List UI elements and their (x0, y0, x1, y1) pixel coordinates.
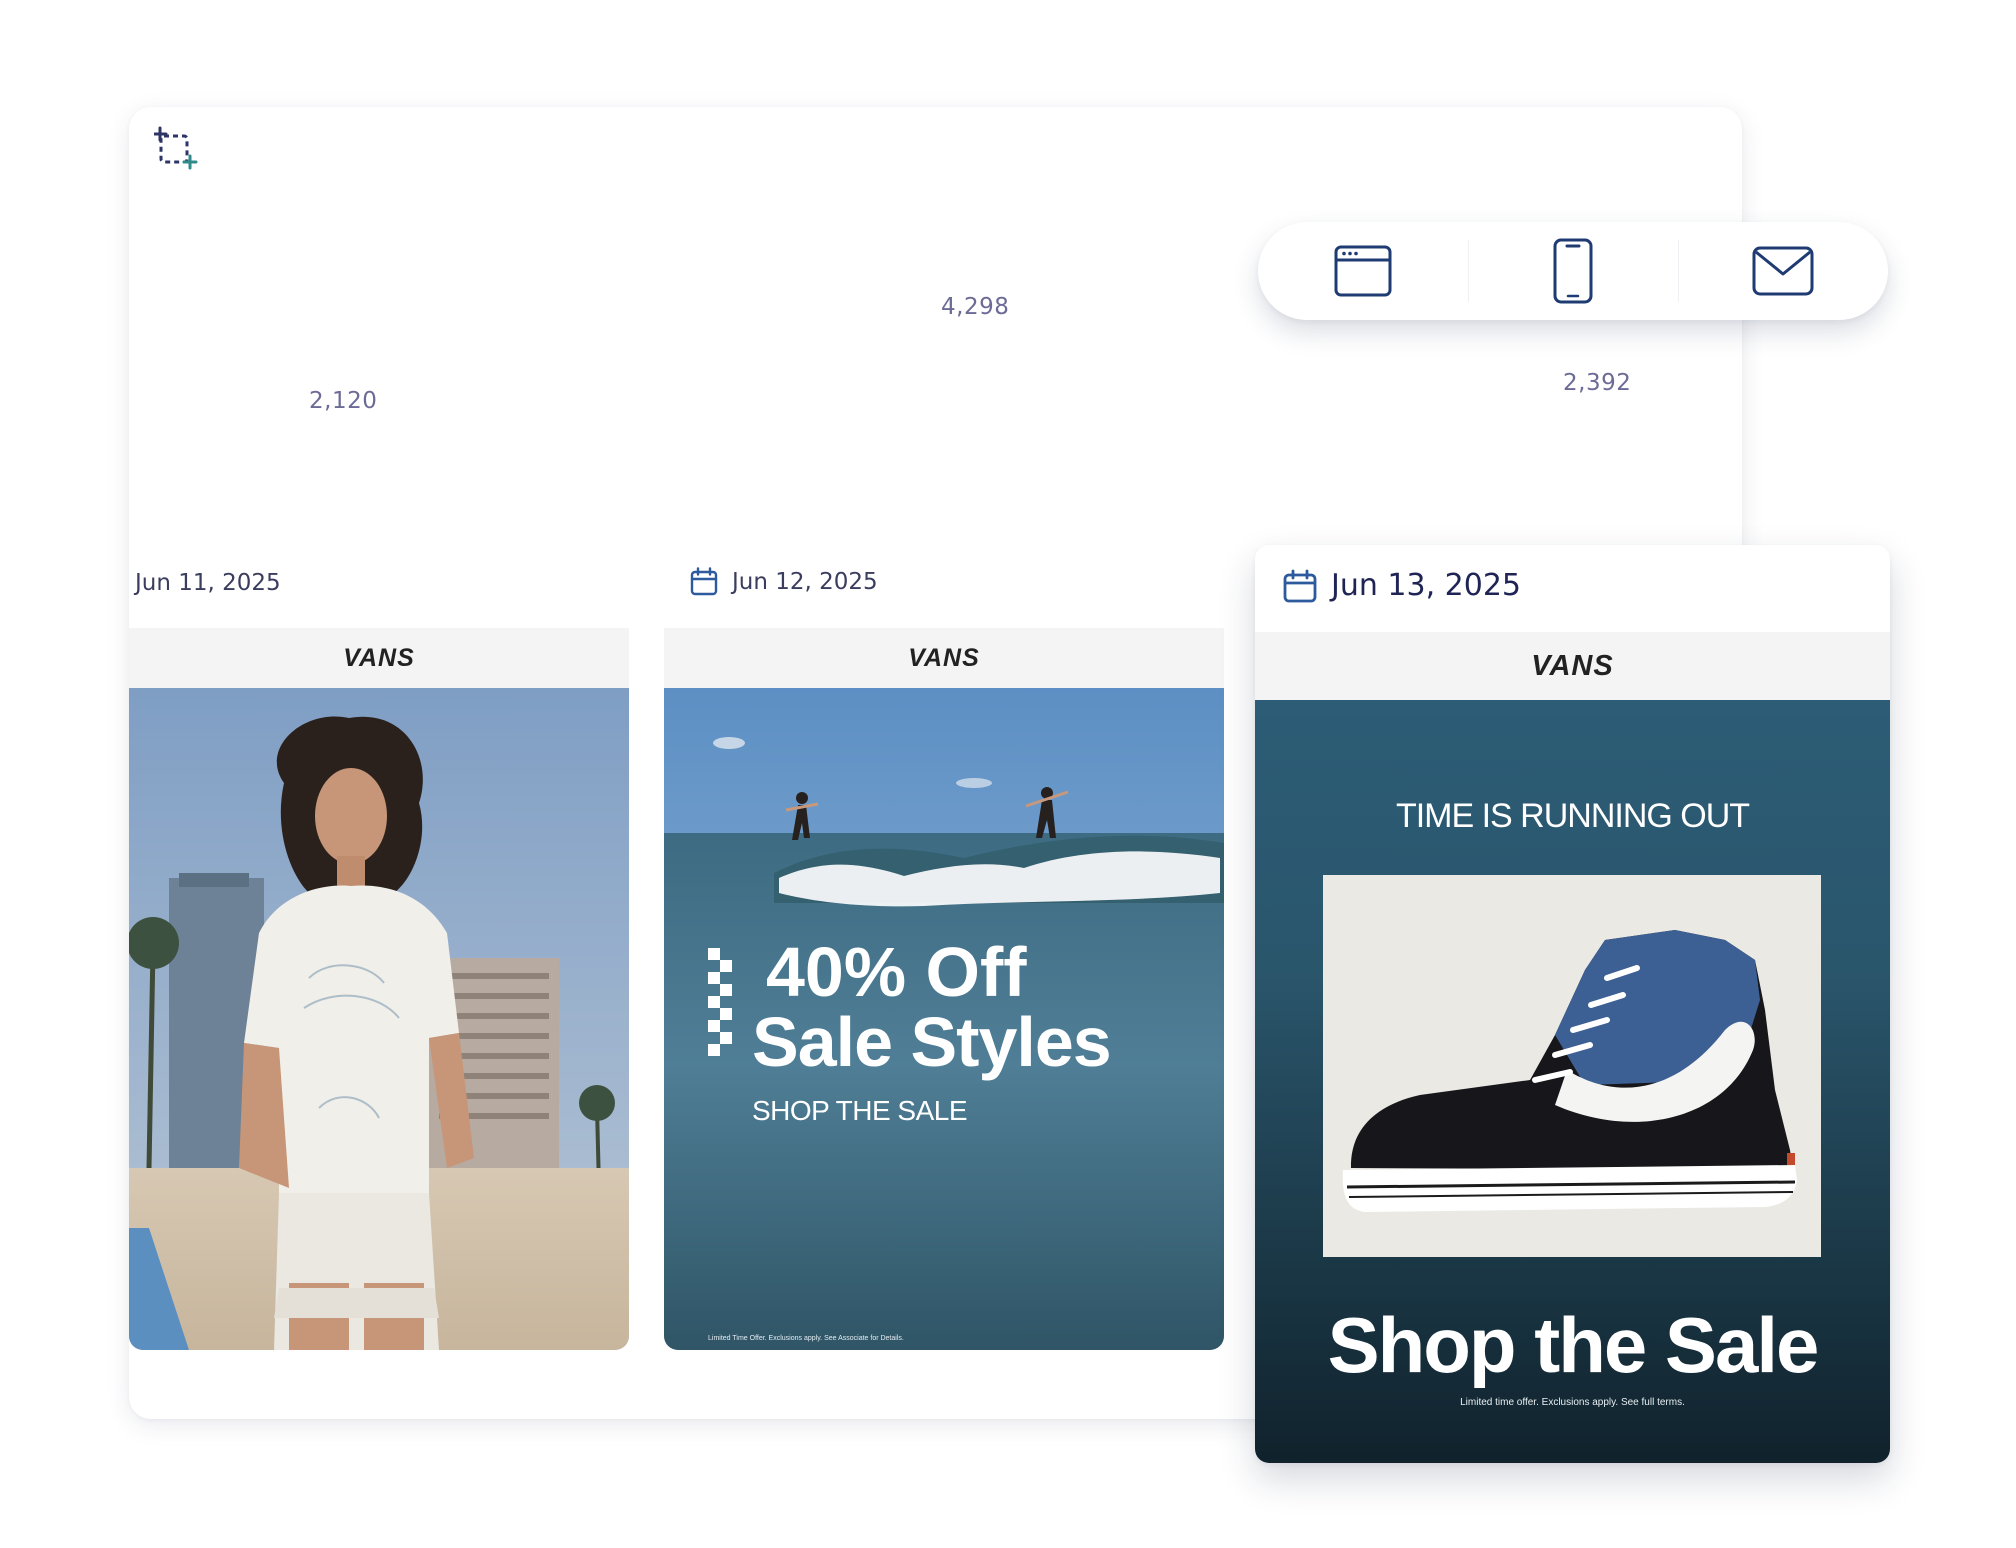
envelope-icon (1752, 246, 1814, 296)
calendar-icon (690, 567, 718, 596)
card-date: Jun 13, 2025 (1283, 568, 1521, 603)
promo-headline: 40% Off (766, 933, 1027, 1011)
promo-subheadline: Sale Styles (752, 1003, 1112, 1081)
channel-web-button[interactable] (1258, 222, 1468, 320)
browser-window-icon (1334, 245, 1392, 297)
shop-the-sale-link[interactable]: SHOP THE SALE (752, 1095, 968, 1127)
brand-header: VANS (664, 628, 1224, 688)
channel-email-button[interactable] (1678, 222, 1888, 320)
email-card-jun-11[interactable]: Jun 11, 2025 VANS (129, 545, 629, 1350)
shop-the-sale-headline[interactable]: Shop the Sale (1255, 1300, 1890, 1391)
fine-print: Limited Time Offer. Exclusions apply. Se… (708, 1335, 904, 1342)
email-card-jun-13[interactable]: Jun 13, 2025 VANS TIME IS RUNNING OUT Sh… (1255, 545, 1890, 1463)
channel-switch (1258, 222, 1888, 320)
vans-logo: VANS (1531, 649, 1614, 682)
card-date: Jun 11, 2025 (135, 570, 281, 596)
channel-mobile-button[interactable] (1468, 222, 1678, 320)
crop-add-icon[interactable] (152, 126, 198, 170)
send-count-jun-11: 2,120 (309, 388, 378, 414)
fine-print: Limited time offer. Exclusions apply. Se… (1460, 1397, 1685, 1408)
calendar-icon (1283, 569, 1317, 602)
brand-header: VANS (1255, 632, 1890, 700)
urgency-kicker: TIME IS RUNNING OUT (1395, 797, 1750, 835)
email-card-jun-12[interactable]: Jun 12, 2025 VANS 40% Off Sale Styles SH… (664, 545, 1224, 1350)
card-date: Jun 12, 2025 (690, 567, 878, 596)
hero-image-beach (129, 688, 629, 1350)
send-count-jun-13: 2,392 (1563, 370, 1632, 396)
vans-logo: VANS (343, 643, 415, 672)
brand-header: VANS (129, 628, 629, 688)
mobile-phone-icon (1553, 238, 1593, 304)
send-count-jun-12: 4,298 (941, 294, 1010, 320)
vans-logo: VANS (908, 643, 980, 672)
